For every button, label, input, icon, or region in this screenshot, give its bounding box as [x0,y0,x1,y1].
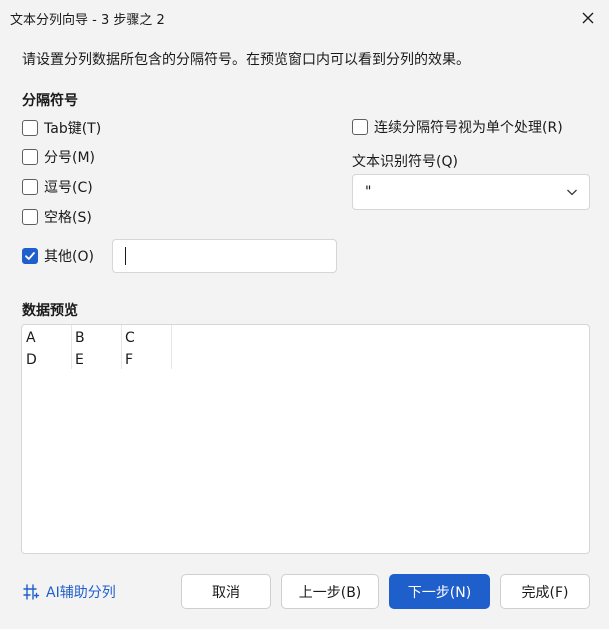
cancel-button[interactable]: 取消 [181,574,271,609]
comma-checkbox[interactable]: 逗号(C) [22,177,93,197]
window-title: 文本分列向导 - 3 步骤之 2 [10,13,165,28]
checkbox-box [22,149,38,165]
consecutive-delimiters-label: 连续分隔符号视为单个处理(R) [374,120,563,136]
chevron-down-icon [567,189,577,196]
instruction-text: 请设置分列数据所包含的分隔符号。在预览窗口内可以看到分列的效果。 [22,52,470,68]
close-icon [582,12,594,24]
consecutive-delimiters-checkbox[interactable]: 连续分隔符号视为单个处理(R) [352,117,563,137]
text-qualifier-value: " [365,184,372,200]
text-qualifier-select[interactable]: " [352,174,590,210]
comma-checkbox-label: 逗号(C) [44,180,93,196]
checkbox-box [352,119,368,135]
checkbox-box [22,179,38,195]
title-bar: 文本分列向导 - 3 步骤之 2 [0,0,609,36]
preview-cell: B [75,330,85,346]
other-checkbox[interactable]: 其他(O) [22,246,94,266]
checkbox-box [22,209,38,225]
close-button[interactable] [574,4,602,32]
preview-cell: A [26,330,36,346]
ai-split-icon [23,584,40,600]
back-button[interactable]: 上一步(B) [281,574,379,609]
text-to-columns-dialog: 文本分列向导 - 3 步骤之 2 请设置分列数据所包含的分隔符号。在预览窗口内可… [0,0,609,629]
text-qualifier-label: 文本识别符号(Q) [352,154,458,170]
space-checkbox-label: 空格(S) [44,210,92,226]
preview-cell: F [125,352,134,368]
space-checkbox[interactable]: 空格(S) [22,207,92,227]
preview-cell: D [26,352,37,368]
tab-checkbox[interactable]: Tab键(T) [22,118,101,138]
delimiters-section-title: 分隔符号 [22,93,78,109]
ai-assist-split-link[interactable]: AI辅助分列 [22,582,116,602]
finish-button[interactable]: 完成(F) [500,574,590,609]
semicolon-checkbox-label: 分号(M) [44,150,96,166]
check-icon [25,252,35,260]
text-caret [125,247,126,265]
preview-section-title: 数据预览 [22,303,78,319]
checkbox-box-checked [22,248,38,264]
checkbox-box [22,120,38,136]
tab-checkbox-label: Tab键(T) [44,121,102,137]
data-preview-pane[interactable]: A B C D E F [21,324,590,554]
ai-assist-split-label: AI辅助分列 [46,585,116,601]
semicolon-checkbox[interactable]: 分号(M) [22,147,95,167]
next-button[interactable]: 下一步(N) [389,574,490,609]
other-checkbox-label: 其他(O) [44,249,94,265]
preview-cell: C [125,330,135,346]
preview-cell: E [75,352,84,368]
other-delimiter-input[interactable] [112,239,337,273]
